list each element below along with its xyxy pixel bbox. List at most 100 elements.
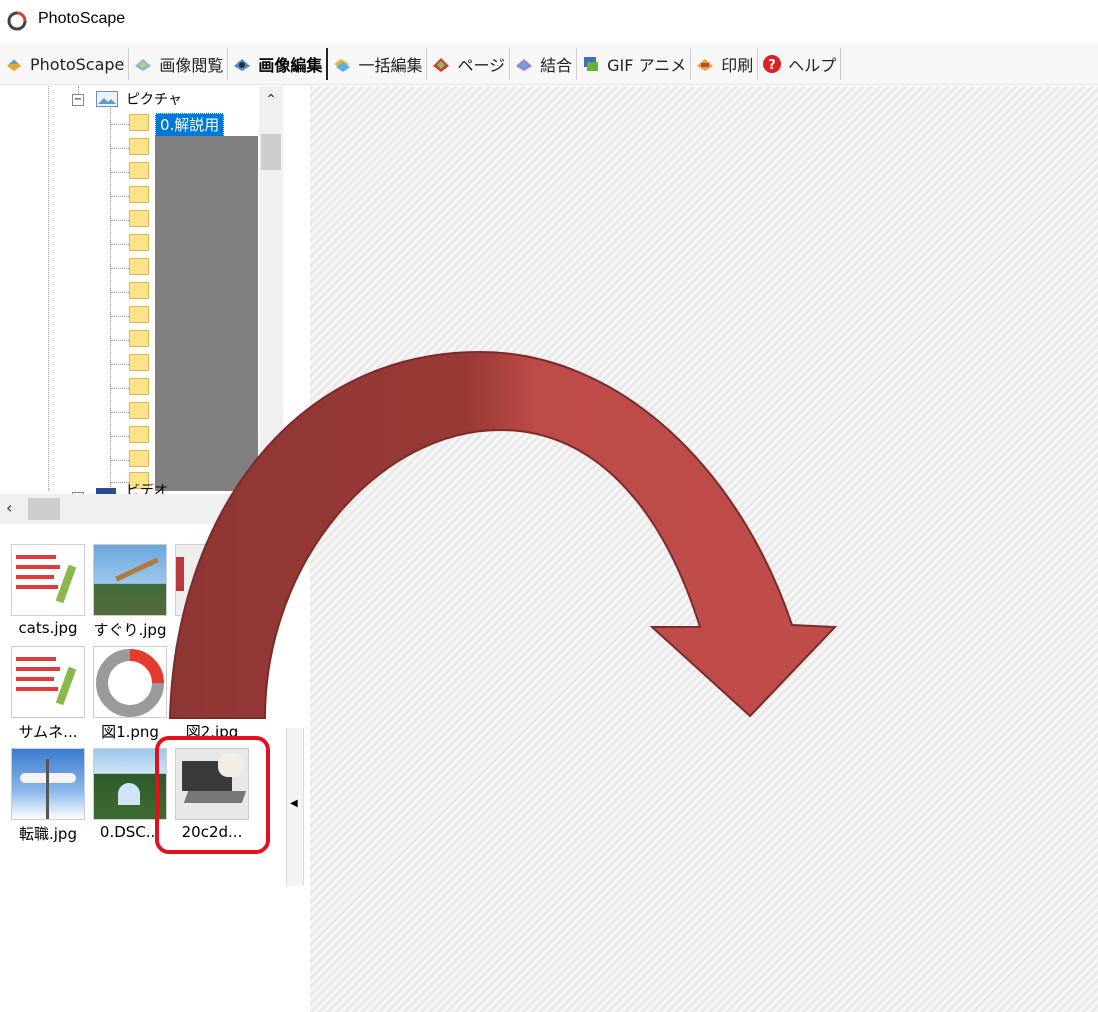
viewer-tab-icon xyxy=(135,59,152,71)
tree-branch xyxy=(111,412,129,413)
tab-label: GIF アニメ xyxy=(607,56,687,75)
window-title: PhotoScape xyxy=(38,10,126,27)
tree-branch xyxy=(111,482,129,483)
tab-batch[interactable]: 一括編集 xyxy=(328,48,428,80)
batch-tab-icon xyxy=(334,59,351,72)
tree-branch xyxy=(111,364,129,365)
thumbnail-caption: 転職.jpg xyxy=(19,825,77,843)
tree-horizontal-scrollbar[interactable]: ‹ xyxy=(0,494,285,524)
folder-icon xyxy=(129,210,149,227)
panel-splitter[interactable]: ◀ xyxy=(286,728,304,886)
tree-branch xyxy=(111,220,129,221)
folder-icon xyxy=(129,114,149,131)
print-tab-icon xyxy=(697,59,714,71)
folder-icon xyxy=(129,354,149,371)
svg-text:?: ? xyxy=(768,58,776,73)
scroll-thumb[interactable] xyxy=(261,134,281,170)
tree-labels-obscured xyxy=(155,136,258,491)
title-bar: PhotoScape xyxy=(0,0,1098,42)
tree-branch xyxy=(111,196,129,197)
photoscape-tab-icon xyxy=(7,59,21,71)
folder-icon xyxy=(129,306,149,323)
photoscape-logo-icon xyxy=(96,649,164,717)
tree-branch xyxy=(111,340,129,341)
thumbnail-item[interactable]: cats.jpg xyxy=(10,544,86,637)
help-icon: ? xyxy=(763,55,782,73)
tab-help[interactable]: ? ヘルプ xyxy=(758,48,842,80)
folder-icon xyxy=(129,186,149,203)
tree-node-pictures[interactable]: ピクチャ xyxy=(126,89,182,109)
tab-label: ヘルプ xyxy=(788,56,837,75)
tab-editor[interactable]: 画像編集 xyxy=(228,48,329,80)
tree-branch xyxy=(111,460,129,461)
collapse-left-icon[interactable]: ◀ xyxy=(290,798,298,809)
tab-label: ページ xyxy=(457,56,506,75)
folder-icon xyxy=(129,402,149,419)
tree-branch xyxy=(111,124,129,125)
thumbnail-item[interactable]: 図1.png xyxy=(92,646,168,742)
tab-label: 結合 xyxy=(540,56,573,75)
scroll-thumb[interactable] xyxy=(28,498,60,520)
folder-icon xyxy=(129,450,149,467)
thumbnail-image xyxy=(93,544,167,616)
thumbnail-caption: cats.jpg xyxy=(18,619,78,637)
tab-gif[interactable]: GIF アニメ xyxy=(577,48,692,80)
tree-vertical-scrollbar[interactable]: ⌃ xyxy=(259,86,283,491)
scroll-up-icon[interactable]: ⌃ xyxy=(259,92,283,108)
tree-guide-line xyxy=(48,86,49,491)
editor-canvas[interactable] xyxy=(310,86,1098,1012)
thumbnail-caption: サムネ... xyxy=(18,723,78,741)
pictures-folder-icon xyxy=(96,91,118,107)
tab-print[interactable]: 印刷 xyxy=(691,48,759,80)
thumbnail-caption: すぐり.jpg xyxy=(93,621,167,639)
folder-icon xyxy=(129,234,149,251)
tree-branch xyxy=(111,244,129,245)
collapse-toggle-icon[interactable]: − xyxy=(72,94,84,106)
thumbnail-item[interactable]: すぐり.jpg xyxy=(92,544,168,640)
tree-branch xyxy=(111,292,129,293)
tab-combine[interactable]: 結合 xyxy=(510,48,578,80)
thumbnail-image xyxy=(11,646,85,718)
thumbnail-item[interactable]: サムネ... xyxy=(10,646,86,742)
thumbnail-item[interactable]: 転職.jpg xyxy=(10,748,86,844)
folder-icon xyxy=(129,258,149,275)
tab-label: PhotoScape xyxy=(30,54,125,74)
tree-branch xyxy=(111,316,129,317)
left-panel: − ピクチャ 0.解説用 ⌃ ビデオ ‹ cats.jpg すぐり.jpg サム… xyxy=(0,86,285,1012)
tab-label: 印刷 xyxy=(721,56,754,75)
thumbnail-image xyxy=(175,544,249,616)
tab-page[interactable]: ページ xyxy=(427,48,511,80)
thumbnail-item[interactable]: 図2.jpg xyxy=(174,646,250,742)
tree-guide-line xyxy=(110,108,111,491)
scroll-left-icon[interactable]: ‹ xyxy=(6,498,12,517)
folder-icon xyxy=(129,426,149,443)
tab-photoscape[interactable]: PhotoScape xyxy=(0,48,130,80)
page-tab-icon xyxy=(433,58,450,72)
tree-branch xyxy=(111,148,129,149)
tree-node-selected[interactable]: 0.解説用 xyxy=(155,113,225,137)
tab-label: 画像閲覧 xyxy=(159,56,224,75)
thumbnail-image xyxy=(11,748,85,820)
folder-icon xyxy=(129,162,149,179)
folder-icon xyxy=(129,330,149,347)
editor-tab-icon xyxy=(234,59,251,71)
tree-node-video[interactable]: ビデオ xyxy=(126,484,168,494)
thumbnail-caption: 図1.png xyxy=(101,723,159,741)
thumbnail-item[interactable] xyxy=(174,544,250,619)
folder-icon xyxy=(129,282,149,299)
tree-branch xyxy=(111,436,129,437)
tab-label: 画像編集 xyxy=(258,56,323,75)
tab-label: 一括編集 xyxy=(358,56,423,75)
gif-tab-icon xyxy=(584,57,599,71)
combine-tab-icon xyxy=(516,59,533,71)
tree-branch xyxy=(111,172,129,173)
folder-icon xyxy=(129,138,149,155)
tab-viewer[interactable]: 画像閲覧 xyxy=(129,48,229,80)
tree-branch xyxy=(111,268,129,269)
highlight-frame xyxy=(155,736,270,854)
folder-icon xyxy=(129,378,149,395)
folder-tree[interactable]: − ピクチャ 0.解説用 ⌃ xyxy=(0,86,285,491)
photoscape-logo-icon xyxy=(7,11,27,31)
thumbnail-image xyxy=(175,646,249,718)
thumbnail-image xyxy=(11,544,85,616)
